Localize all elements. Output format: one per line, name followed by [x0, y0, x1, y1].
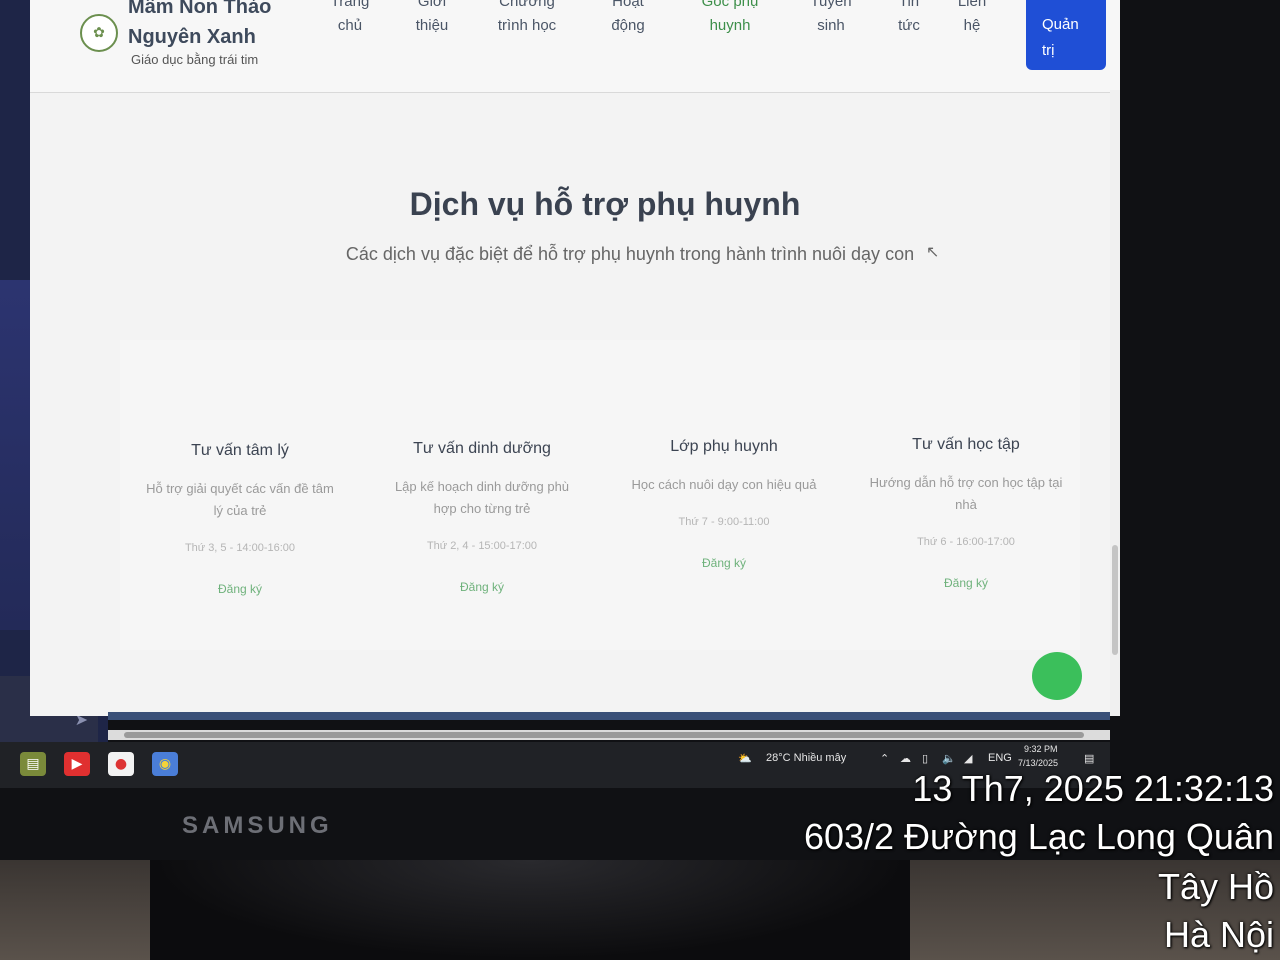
stamp-datetime: 13 Th7, 2025 21:32:13 — [912, 768, 1274, 809]
monitor-brand: SAMSUNG — [182, 812, 333, 839]
service-description: Học cách nuôi dạy con hiệu quả — [631, 477, 817, 492]
nav-contact[interactable]: Liên hệ — [954, 0, 990, 38]
horizontal-scroll-thumb[interactable] — [124, 732, 1084, 738]
file-manager-icon[interactable]: ▤ — [20, 752, 46, 776]
clock-date[interactable]: 7/13/2025 — [1018, 758, 1058, 768]
stamp-district: Tây Hồ — [1157, 866, 1274, 907]
nav-home[interactable]: Trang chủ — [326, 0, 374, 38]
service-description: Hỗ trợ giải quyết các vấn đề tâm lý của … — [146, 481, 334, 518]
service-schedule: Thứ 7 - 9:00-11:00 — [678, 516, 770, 528]
admin-label: Quản trị — [1042, 16, 1079, 59]
service-title: Tư vấn học tập — [912, 436, 1020, 453]
service-title: Lớp phụ huynh — [670, 438, 778, 455]
school-name[interactable]: Mầm Non Thảo Nguyên Xanh — [128, 0, 308, 52]
service-card: Tư vấn tâm lý Hỗ trợ giải quyết các vấn … — [140, 442, 340, 596]
cloud-icon[interactable]: ☁ — [900, 752, 911, 765]
clock-time[interactable]: 9:32 PM — [1024, 744, 1058, 754]
horizontal-scrollbar[interactable] — [108, 730, 1110, 740]
school-slogan: Giáo dục bằng trái tim — [131, 52, 259, 67]
nav-admissions[interactable]: Tuyển sinh — [808, 0, 854, 38]
mouse-cursor-icon: ↖ — [926, 242, 940, 261]
service-card: Lớp phụ huynh Học cách nuôi dạy con hiệu… — [624, 438, 824, 570]
volume-icon[interactable]: 🔈 — [942, 752, 956, 765]
weather-text[interactable]: 28°C Nhiều mây — [766, 752, 846, 764]
service-schedule: Thứ 6 - 16:00-17:00 — [917, 536, 1015, 548]
service-description: Lập kế hoạch dinh dưỡng phù hợp cho từng… — [394, 479, 570, 516]
notification-icon[interactable]: ▤ — [1084, 752, 1094, 765]
nav-parents[interactable]: Góc phụ huynh — [686, 0, 774, 38]
service-card: Tư vấn học tập Hướng dẫn hỗ trợ con học … — [866, 436, 1066, 590]
service-title: Tư vấn tâm lý — [191, 442, 289, 459]
chrome-icon[interactable]: ◉ — [152, 752, 178, 776]
admin-button[interactable]: Quản trị — [1026, 0, 1106, 70]
nav-curriculum[interactable]: Chương trình học — [485, 0, 569, 38]
vertical-scrollbar[interactable] — [1110, 90, 1120, 716]
network-icon[interactable]: ◢ — [964, 752, 972, 765]
register-link[interactable]: Đăng ký — [866, 576, 1066, 590]
browser-page: ✿ Mầm Non Thảo Nguyên Xanh Giáo dục bằng… — [30, 0, 1120, 716]
service-schedule: Thứ 3, 5 - 14:00-16:00 — [184, 542, 296, 554]
nav-about[interactable]: Giới thiệu — [408, 0, 456, 38]
service-schedule: Thứ 2, 4 - 15:00-17:00 — [426, 540, 538, 552]
monitor-stand — [150, 860, 910, 960]
register-link[interactable]: Đăng ký — [140, 582, 340, 596]
floating-chat-button[interactable] — [1032, 652, 1082, 700]
tray-chevron-icon[interactable]: ⌃ — [880, 752, 889, 765]
page-footer-strip — [108, 712, 1110, 720]
vertical-scroll-thumb[interactable] — [1112, 545, 1118, 655]
stamp-address: 603/2 Đường Lạc Long Quân — [803, 816, 1274, 857]
register-link[interactable]: Đăng ký — [382, 580, 582, 594]
weather-icon[interactable]: ⛅ — [738, 752, 752, 765]
section-subtitle: Các dịch vụ đặc biệt để hỗ trợ phụ huynh… — [345, 244, 915, 264]
nav-news[interactable]: Tin tức — [888, 0, 930, 38]
service-title: Tư vấn dinh dưỡng — [413, 440, 551, 457]
youtube-icon[interactable]: ▶ — [64, 752, 90, 776]
services-grid: Tư vấn tâm lý Hỗ trợ giải quyết các vấn … — [120, 340, 1080, 650]
stamp-city: Hà Nội — [1163, 914, 1274, 955]
chrome-profile-icon[interactable]: ● — [108, 752, 134, 776]
school-logo-icon[interactable]: ✿ — [80, 14, 118, 52]
service-card: Tư vấn dinh dưỡng Lập kế hoạch dinh dưỡn… — [382, 440, 582, 594]
nav-activities[interactable]: Hoạt động — [598, 0, 658, 38]
battery-icon[interactable]: ▯ — [922, 752, 928, 765]
site-header: ✿ Mầm Non Thảo Nguyên Xanh Giáo dục bằng… — [30, 0, 1120, 93]
language-indicator[interactable]: ENG — [988, 752, 1012, 764]
section-title: Dịch vụ hỗ trợ phụ huynh — [409, 186, 801, 222]
register-link[interactable]: Đăng ký — [624, 556, 824, 570]
service-description: Hướng dẫn hỗ trợ con học tập tại nhà — [869, 475, 1063, 512]
